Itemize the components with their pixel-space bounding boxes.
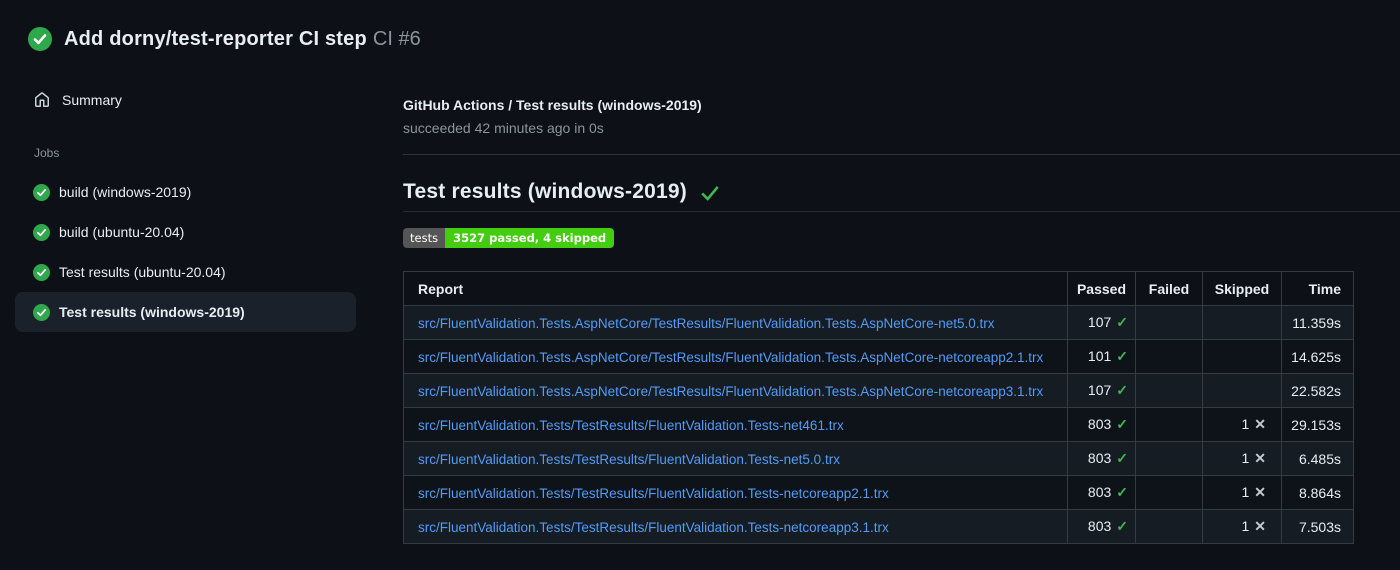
failed-cell: [1135, 373, 1203, 408]
time-cell: 11.359s: [1281, 305, 1354, 340]
tests-badge-value: 3527 passed, 4 skipped: [445, 228, 615, 248]
time-cell: 29.153s: [1281, 407, 1354, 442]
sidebar-job-label: build (windows-2019): [59, 184, 192, 200]
pass-check-icon: ✓: [1116, 314, 1128, 330]
report-link[interactable]: src/FluentValidation.Tests/TestResults/F…: [418, 520, 889, 535]
failed-cell: [1135, 305, 1203, 340]
run-number: CI #6: [372, 27, 421, 50]
failed-cell: [1135, 441, 1203, 476]
skip-x-icon: ✕: [1254, 518, 1266, 534]
time-cell: 8.864s: [1281, 475, 1354, 510]
skip-x-icon: ✕: [1254, 416, 1266, 432]
sidebar-job-item[interactable]: build (windows-2019): [15, 172, 356, 212]
pass-check-icon: ✓: [1116, 416, 1128, 432]
failed-cell: [1135, 475, 1203, 510]
passed-cell: 107 ✓: [1067, 305, 1136, 340]
time-cell: 14.625s: [1281, 339, 1354, 374]
column-header-skipped: Skipped: [1202, 271, 1282, 306]
job-success-icon: [33, 303, 50, 321]
heading-underline: [403, 211, 1400, 212]
column-header-time: Time: [1281, 271, 1354, 306]
table-row: src/FluentValidation.Tests/TestResults/F…: [403, 441, 1354, 476]
pass-check-icon: ✓: [1116, 450, 1128, 466]
skipped-cell: 1 ✕: [1202, 441, 1282, 476]
check-run-title: GitHub Actions / Test results (windows-2…: [403, 97, 702, 113]
job-success-icon: [33, 263, 50, 281]
skip-x-icon: ✕: [1254, 484, 1266, 500]
home-icon: [35, 92, 49, 107]
table-row: src/FluentValidation.Tests.AspNetCore/Te…: [403, 339, 1354, 374]
time-cell: 22.582s: [1281, 373, 1354, 408]
report-link[interactable]: src/FluentValidation.Tests/TestResults/F…: [418, 452, 840, 467]
column-header-passed: Passed: [1067, 271, 1136, 306]
failed-cell: [1135, 509, 1203, 544]
pass-check-icon: ✓: [1116, 484, 1128, 500]
passed-cell: 107 ✓: [1067, 373, 1136, 408]
run-title-group: Add dorny/test-reporter CI step CI #6: [64, 28, 421, 51]
failed-cell: [1135, 339, 1203, 374]
skipped-cell: [1202, 373, 1282, 408]
passed-cell: 803 ✓: [1067, 441, 1136, 476]
check-status-line: succeeded 42 minutes ago in 0s: [403, 120, 604, 136]
sidebar-job-item[interactable]: Test results (windows-2019): [15, 292, 356, 332]
sidebar-job-label: build (ubuntu-20.04): [59, 224, 185, 240]
pass-check-icon: ✓: [1116, 382, 1128, 398]
table-body: src/FluentValidation.Tests.AspNetCore/Te…: [403, 305, 1354, 544]
report-link[interactable]: src/FluentValidation.Tests/TestResults/F…: [418, 418, 844, 433]
passed-cell: 803 ✓: [1067, 475, 1136, 510]
sidebar-item-summary[interactable]: Summary: [0, 86, 375, 114]
report-link[interactable]: src/FluentValidation.Tests.AspNetCore/Te…: [418, 384, 1043, 399]
skip-x-icon: ✕: [1254, 450, 1266, 466]
main-panel: GitHub Actions / Test results (windows-2…: [403, 97, 1400, 544]
tests-badge: tests 3527 passed, 4 skipped: [403, 228, 615, 248]
sidebar-jobs-section-label: Jobs: [34, 146, 60, 160]
results-heading: Test results (windows-2019): [403, 179, 687, 203]
run-header: Add dorny/test-reporter CI step CI #6: [28, 27, 421, 51]
skipped-cell: 1 ✕: [1202, 407, 1282, 442]
passed-cell: 101 ✓: [1067, 339, 1136, 374]
table-row: src/FluentValidation.Tests.AspNetCore/Te…: [403, 373, 1354, 408]
report-link[interactable]: src/FluentValidation.Tests/TestResults/F…: [418, 486, 889, 501]
sidebar: Summary Jobs build (windows-2019) build …: [0, 86, 375, 332]
job-success-icon: [33, 223, 50, 241]
table-row: src/FluentValidation.Tests.AspNetCore/Te…: [403, 305, 1354, 340]
sidebar-job-label: Test results (ubuntu-20.04): [59, 264, 226, 280]
time-cell: 7.503s: [1281, 509, 1354, 544]
table-header-row: Report Passed Failed Skipped Time: [403, 271, 1354, 306]
results-heading-row: Test results (windows-2019): [403, 179, 721, 204]
tests-badge-label: tests: [403, 228, 446, 248]
sidebar-job-item[interactable]: Test results (ubuntu-20.04): [15, 252, 356, 292]
skipped-cell: 1 ✕: [1202, 475, 1282, 510]
run-title: Add dorny/test-reporter CI step: [64, 27, 367, 50]
report-link[interactable]: src/FluentValidation.Tests.AspNetCore/Te…: [418, 350, 1043, 365]
skipped-cell: [1202, 305, 1282, 340]
sidebar-job-label: Test results (windows-2019): [59, 304, 245, 320]
test-results-table: Report Passed Failed Skipped Time src/Fl…: [403, 271, 1354, 544]
job-success-icon: [33, 183, 50, 201]
pass-check-icon: ✓: [1116, 518, 1128, 534]
passed-cell: 803 ✓: [1067, 509, 1136, 544]
sidebar-job-item[interactable]: build (ubuntu-20.04): [15, 212, 356, 252]
passed-cell: 803 ✓: [1067, 407, 1136, 442]
time-cell: 6.485s: [1281, 441, 1354, 476]
pass-check-icon: ✓: [1116, 348, 1128, 364]
sidebar-summary-label: Summary: [62, 92, 122, 108]
table-row: src/FluentValidation.Tests/TestResults/F…: [403, 475, 1354, 510]
column-header-failed: Failed: [1135, 271, 1203, 306]
column-header-report: Report: [403, 271, 1068, 306]
divider: [403, 154, 1400, 155]
failed-cell: [1135, 407, 1203, 442]
skipped-cell: [1202, 339, 1282, 374]
heading-success-check-icon: [701, 186, 719, 201]
report-link[interactable]: src/FluentValidation.Tests.AspNetCore/Te…: [418, 316, 995, 331]
sidebar-jobs-list: build (windows-2019) build (ubuntu-20.04…: [0, 172, 375, 332]
table-row: src/FluentValidation.Tests/TestResults/F…: [403, 407, 1354, 442]
table-row: src/FluentValidation.Tests/TestResults/F…: [403, 509, 1354, 544]
skipped-cell: 1 ✕: [1202, 509, 1282, 544]
run-success-icon: [28, 27, 52, 51]
